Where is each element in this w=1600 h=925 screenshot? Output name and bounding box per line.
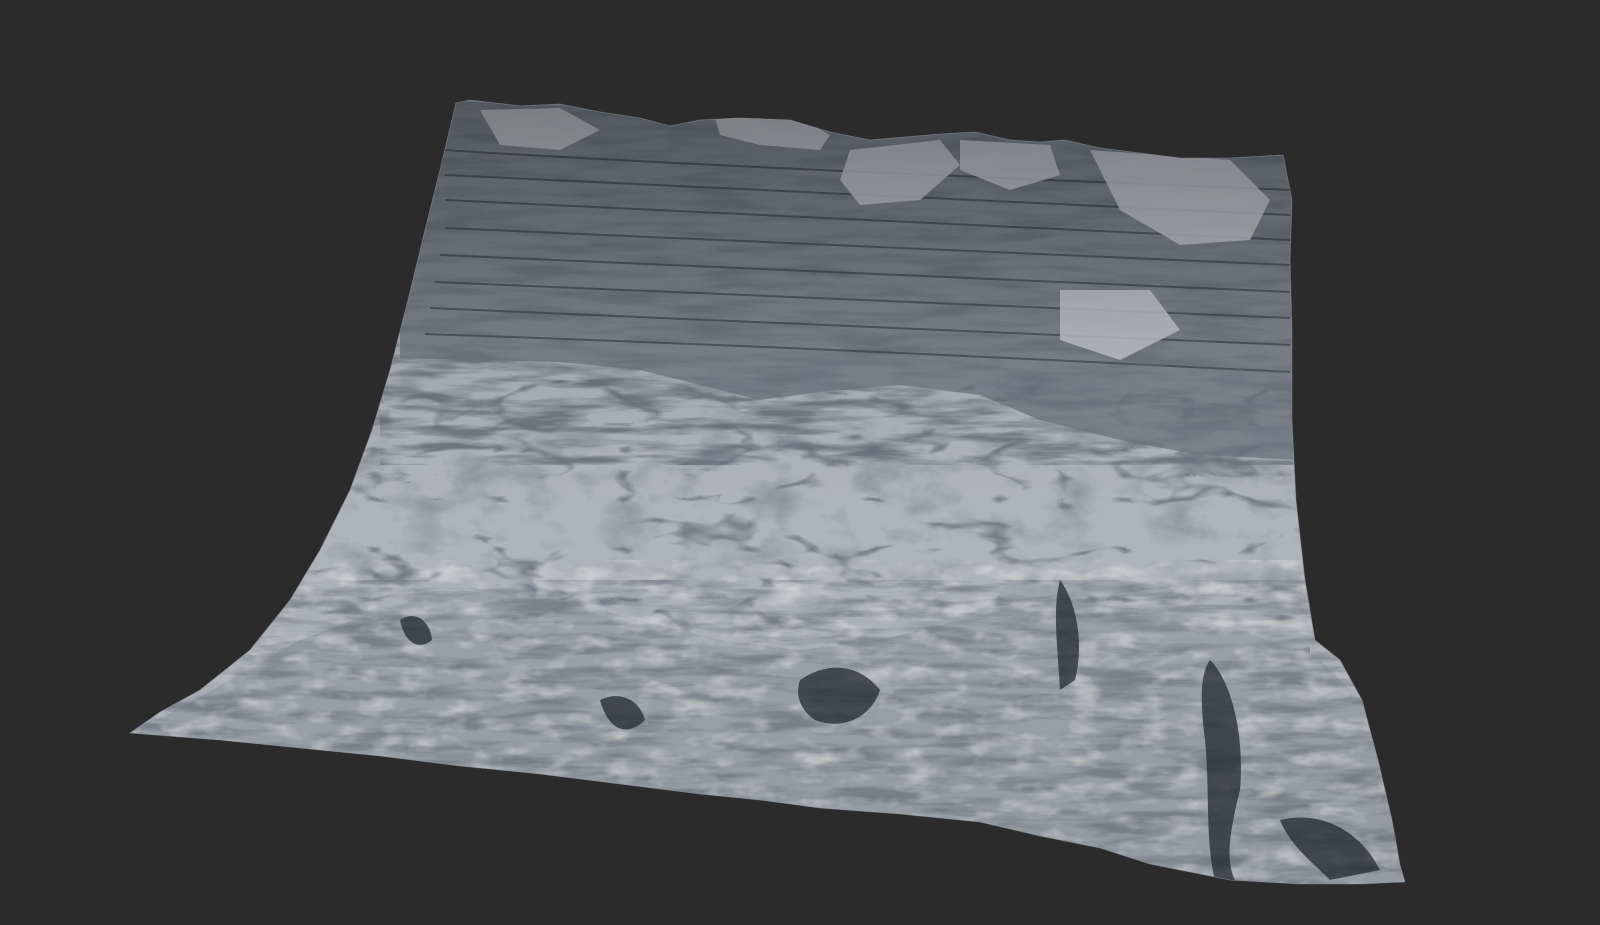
render-viewport [0,0,1600,925]
terrain-render [0,0,1600,925]
